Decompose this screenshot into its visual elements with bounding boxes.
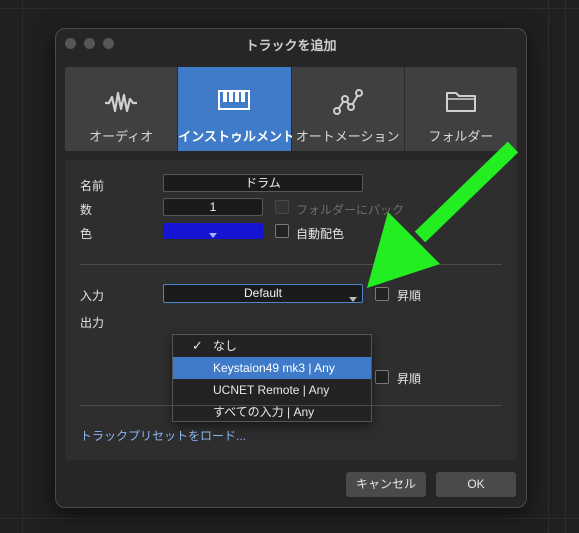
dialog-title: トラックを追加 xyxy=(245,38,337,53)
automation-curve-icon xyxy=(332,89,363,120)
tab-audio-label: オーディオ xyxy=(89,129,154,144)
color-label: 色 xyxy=(80,227,93,241)
dropdown-item-none[interactable]: ✓ なし xyxy=(173,335,371,357)
section-divider xyxy=(80,264,502,265)
auto-color-checkbox[interactable] xyxy=(275,224,289,238)
section-divider xyxy=(80,405,502,406)
auto-color-label: 自動配色 xyxy=(296,227,345,241)
tab-folder[interactable]: フォルダー xyxy=(404,67,517,151)
input-select[interactable]: Default xyxy=(163,284,363,303)
dropdown-item-keystation[interactable]: Keystaion49 mk3 | Any xyxy=(173,357,371,379)
load-track-preset-link[interactable]: トラックプリセットをロード... xyxy=(80,427,246,444)
tab-instrument-label: インストゥルメント xyxy=(178,129,295,144)
dropdown-item-ucnet-remote[interactable]: UCNET Remote | Any xyxy=(173,379,371,401)
chevron-down-icon xyxy=(209,226,217,244)
tab-automation-label: オートメーション xyxy=(295,129,400,144)
waveform-icon xyxy=(104,89,138,120)
input-select-value: Default xyxy=(243,286,283,300)
ok-button[interactable]: OK xyxy=(436,472,516,497)
output-label: 出力 xyxy=(80,316,105,330)
checkmark-icon: ✓ xyxy=(192,338,203,353)
cancel-button[interactable]: キャンセル xyxy=(346,472,426,497)
output-ascending-checkbox[interactable] xyxy=(375,370,389,384)
add-track-dialog: トラックを追加 オーディオ インストゥルメント オートメーション フォルダー 名… xyxy=(55,28,527,508)
input-ascending-checkbox[interactable] xyxy=(375,287,389,301)
folder-icon xyxy=(445,89,477,118)
count-field[interactable]: 1 xyxy=(163,198,263,216)
tab-automation[interactable]: オートメーション xyxy=(291,67,405,151)
folder-pack-checkbox[interactable] xyxy=(275,200,289,214)
folder-pack-label: フォルダーにパック xyxy=(296,203,405,217)
title-bar: トラックを追加 xyxy=(56,29,526,57)
input-dropdown-menu: ✓ なし Keystaion49 mk3 | Any UCNET Remote … xyxy=(172,334,372,422)
piano-keys-icon xyxy=(218,89,251,116)
name-label: 名前 xyxy=(80,179,105,193)
track-type-tabs: オーディオ インストゥルメント オートメーション フォルダー xyxy=(65,67,517,151)
count-label: 数 xyxy=(80,203,93,217)
input-ascending-label: 昇順 xyxy=(397,289,422,303)
color-picker[interactable] xyxy=(163,223,263,239)
input-label: 入力 xyxy=(80,289,105,303)
tab-audio[interactable]: オーディオ xyxy=(65,67,179,151)
output-ascending-label: 昇順 xyxy=(397,372,422,386)
name-field[interactable]: ドラム xyxy=(163,174,363,192)
tab-instrument[interactable]: インストゥルメント xyxy=(178,67,295,151)
tab-folder-label: フォルダー xyxy=(428,129,494,144)
settings-panel: 名前 ドラム 数 1 フォルダーにパック 色 自動配色 入力 Default 昇… xyxy=(65,160,517,460)
chevron-down-icon xyxy=(349,291,357,308)
